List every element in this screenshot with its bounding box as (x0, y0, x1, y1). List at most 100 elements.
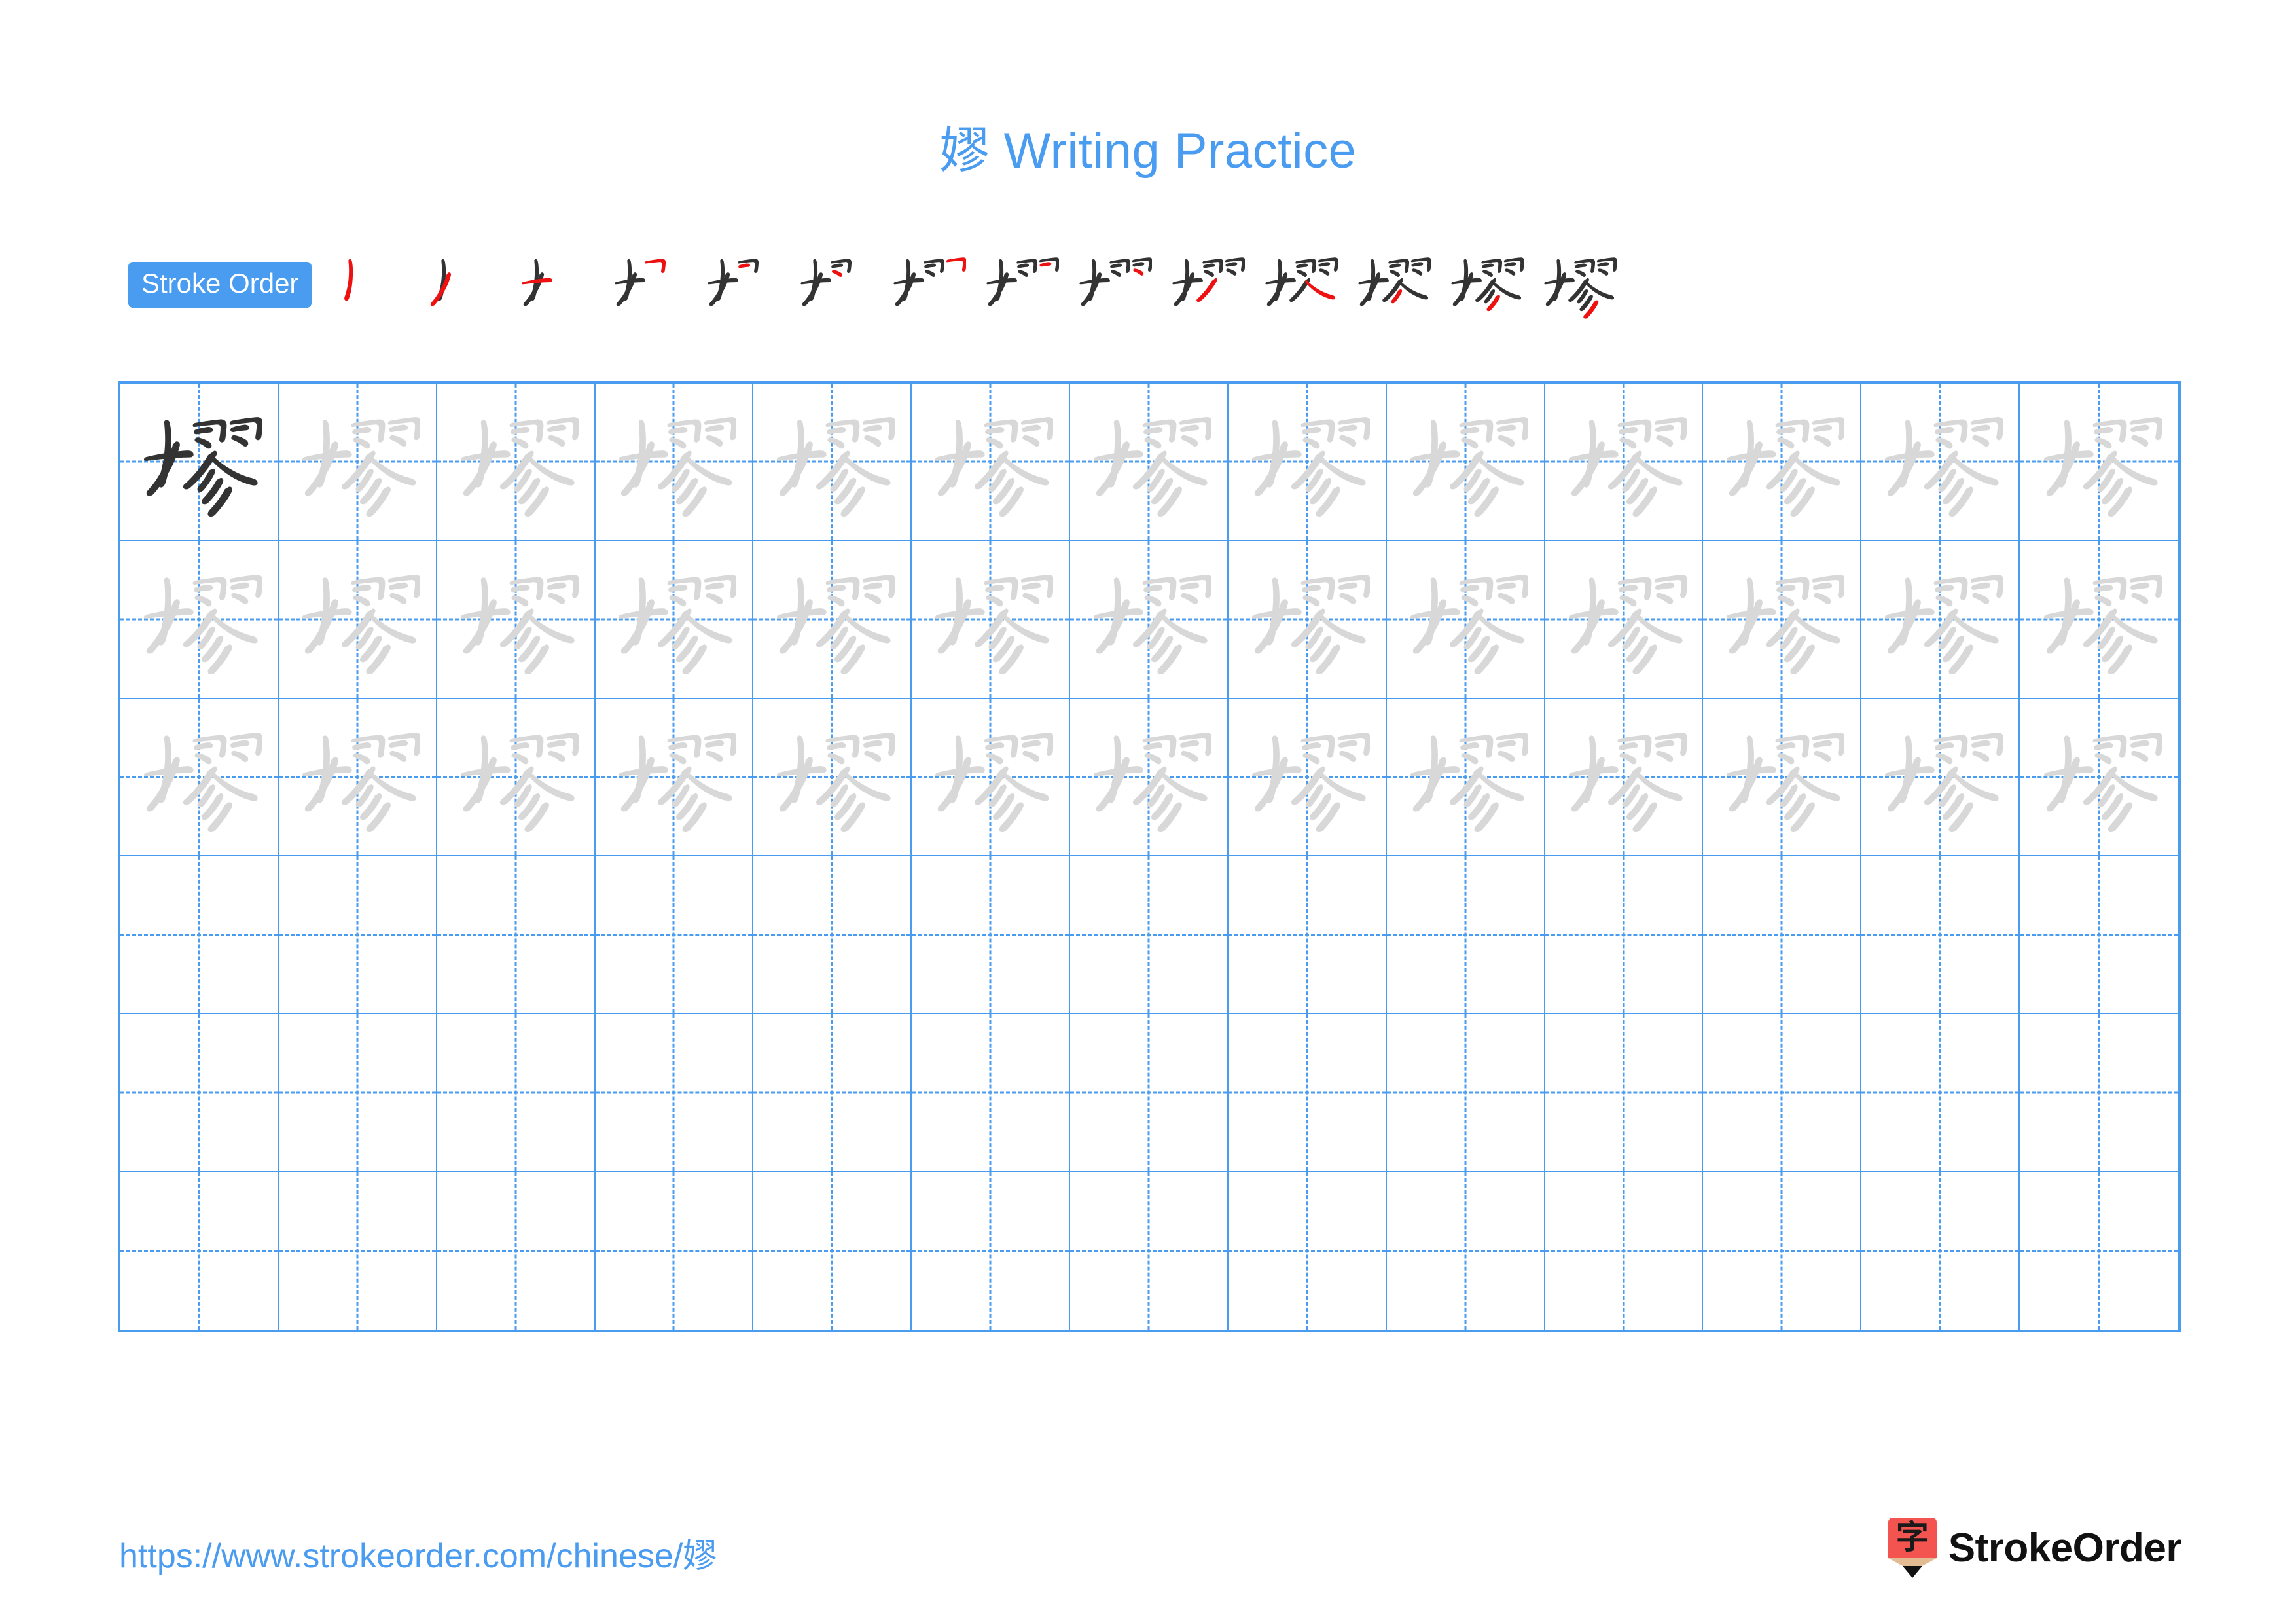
practice-cell-r1-c6[interactable] (912, 384, 1071, 541)
stroke-6 (986, 595, 1003, 607)
practice-cell-r5-c5[interactable] (753, 1014, 912, 1173)
practice-cell-r4-c7[interactable] (1070, 856, 1229, 1015)
practice-cell-r6-c13[interactable] (2020, 1172, 2178, 1330)
practice-cell-r6-c11[interactable] (1703, 1172, 1862, 1330)
stroke-5 (827, 742, 846, 750)
practice-cell-r3-c12[interactable] (1861, 699, 2020, 857)
practice-cell-r3-c5[interactable] (753, 699, 912, 857)
stroke-2 (1096, 441, 1130, 496)
practice-cell-r6-c4[interactable] (596, 1172, 754, 1330)
practice-cell-r2-c13[interactable] (2020, 541, 2178, 699)
stroke-8 (1338, 582, 1358, 591)
practice-cell-r6-c5[interactable] (753, 1172, 912, 1330)
practice-cell-r5-c4[interactable] (595, 1014, 754, 1173)
trace-character (912, 699, 1069, 856)
stroke-5 (738, 263, 751, 268)
practice-cell-r1-c2[interactable] (278, 384, 437, 541)
practice-cell-r3-c6[interactable] (912, 699, 1071, 857)
practice-cell-r1-c12[interactable] (1861, 384, 2020, 541)
practice-cell-r2-c3[interactable] (437, 541, 596, 699)
practice-cell-r6-c9[interactable] (1387, 1172, 1545, 1330)
stroke-2 (1729, 757, 1763, 812)
practice-cell-r1-c3[interactable] (437, 384, 596, 541)
practice-cell-r5-c8[interactable] (1228, 1014, 1387, 1173)
practice-cell-r1-c11[interactable] (1703, 384, 1862, 541)
practice-cell-r4-c11[interactable] (1703, 856, 1862, 1015)
practice-cell-r6-c12[interactable] (1861, 1172, 2020, 1330)
practice-cell-r1-c9[interactable] (1386, 384, 1545, 541)
practice-cell-r4-c9[interactable] (1386, 856, 1545, 1015)
practice-cell-r4-c3[interactable] (437, 856, 596, 1015)
practice-cell-r3-c13[interactable] (2020, 699, 2178, 857)
practice-cell-r5-c10[interactable] (1545, 1014, 1704, 1173)
stroke-11 (1632, 612, 1683, 644)
practice-cell-r2-c5[interactable] (753, 541, 912, 699)
practice-cell-r2-c2[interactable] (278, 541, 437, 699)
practice-cell-r2-c1[interactable] (120, 541, 279, 699)
practice-cell-r4-c2[interactable] (278, 856, 437, 1015)
practice-cell-r5-c6[interactable] (912, 1014, 1071, 1173)
practice-cell-r6-c8[interactable] (1229, 1172, 1387, 1330)
practice-cell-r4-c5[interactable] (753, 856, 912, 1015)
stroke-9 (389, 593, 407, 605)
practice-cell-r2-c11[interactable] (1703, 541, 1862, 699)
practice-cell-r6-c1[interactable] (120, 1172, 279, 1330)
practice-cell-r3-c2[interactable] (278, 699, 437, 857)
practice-cell-r5-c12[interactable] (1861, 1014, 2020, 1173)
stroke-6 (1144, 753, 1162, 765)
practice-cell-r5-c3[interactable] (437, 1014, 596, 1173)
stroke-6 (669, 595, 687, 607)
practice-cell-r2-c9[interactable] (1386, 541, 1545, 699)
practice-cell-r5-c1[interactable] (120, 1014, 279, 1173)
practice-cell-r2-c7[interactable] (1070, 541, 1229, 699)
practice-cell-r5-c13[interactable] (2020, 1014, 2178, 1173)
practice-cell-r3-c1[interactable] (120, 699, 279, 857)
stroke-6 (832, 270, 843, 277)
practice-cell-r4-c6[interactable] (912, 856, 1071, 1015)
practice-cell-r4-c12[interactable] (1861, 856, 2020, 1015)
practice-cell-r1-c8[interactable] (1228, 384, 1387, 541)
practice-cell-r6-c3[interactable] (437, 1172, 596, 1330)
practice-cell-r4-c13[interactable] (2020, 856, 2178, 1015)
practice-cell-r3-c7[interactable] (1070, 699, 1229, 857)
practice-cell-r3-c4[interactable] (595, 699, 754, 857)
stroke-5 (1618, 585, 1638, 593)
practice-cell-r2-c4[interactable] (595, 541, 754, 699)
stroke-11 (1475, 770, 1524, 801)
stroke-5 (1776, 585, 1796, 593)
practice-cell-r1-c4[interactable] (595, 384, 754, 541)
practice-cell-r6-c2[interactable] (279, 1172, 437, 1330)
trace-character (1070, 541, 1227, 698)
stroke-11 (1158, 454, 1208, 486)
practice-cell-r4-c1[interactable] (120, 856, 279, 1015)
practice-cell-r5-c7[interactable] (1070, 1014, 1229, 1173)
practice-cell-r4-c10[interactable] (1545, 856, 1704, 1015)
practice-cell-r5-c9[interactable] (1386, 1014, 1545, 1173)
practice-cell-r4-c8[interactable] (1228, 856, 1387, 1015)
practice-cell-r3-c8[interactable] (1228, 699, 1387, 857)
practice-cell-r6-c7[interactable] (1070, 1172, 1229, 1330)
practice-cell-r6-c10[interactable] (1545, 1172, 1704, 1330)
practice-cell-r6-c6[interactable] (912, 1172, 1071, 1330)
stroke-5 (668, 742, 688, 750)
practice-cell-r5-c11[interactable] (1703, 1014, 1862, 1173)
practice-cell-r3-c9[interactable] (1386, 699, 1545, 857)
practice-cell-r3-c11[interactable] (1703, 699, 1862, 857)
stroke-6 (353, 753, 370, 765)
practice-cell-r1-c5[interactable] (753, 384, 912, 541)
practice-cell-r3-c3[interactable] (437, 699, 596, 857)
practice-cell-r1-c7[interactable] (1070, 384, 1229, 541)
practice-cell-r1-c13[interactable] (2020, 384, 2178, 541)
practice-cell-r1-c10[interactable] (1545, 384, 1704, 541)
stroke-6 (986, 437, 1003, 449)
practice-cell-r2-c10[interactable] (1545, 541, 1704, 699)
practice-cell-r2-c6[interactable] (912, 541, 1071, 699)
practice-cell-r3-c10[interactable] (1545, 699, 1704, 857)
footer-url[interactable]: https://www.strokeorder.com/chinese/嫪 (119, 1528, 717, 1577)
model-character (120, 384, 278, 540)
practice-cell-r5-c2[interactable] (278, 1014, 437, 1173)
practice-cell-r2-c12[interactable] (1861, 541, 2020, 699)
practice-cell-r4-c4[interactable] (595, 856, 754, 1015)
practice-cell-r1-c1[interactable] (120, 384, 279, 541)
practice-cell-r2-c8[interactable] (1228, 541, 1387, 699)
